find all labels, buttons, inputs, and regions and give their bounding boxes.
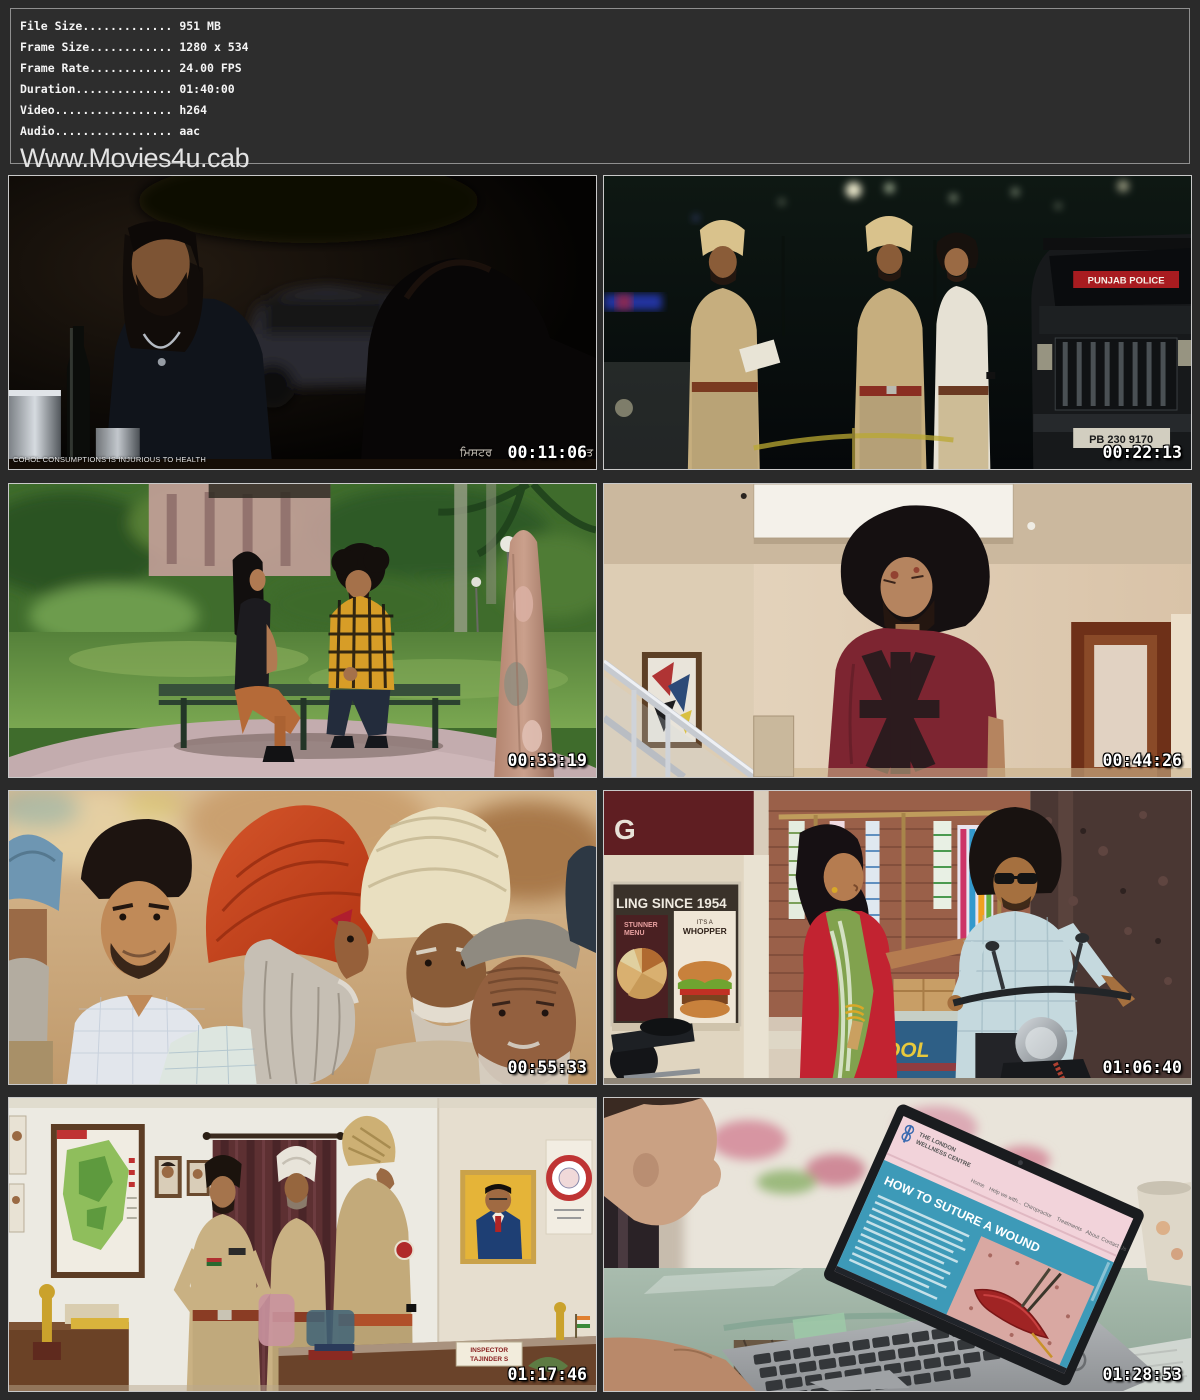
screenshot-1: COHOL CONSUMPTIONS IS INJURIOUS TO HEALT…	[8, 175, 597, 470]
gold-trophy	[42, 1298, 52, 1342]
svg-text:STUNNER: STUNNER	[624, 922, 658, 929]
man-on-bench	[326, 543, 394, 748]
dark-turban-edge	[565, 846, 596, 953]
police-banner-text: PUNJAB POLICE	[1088, 275, 1165, 286]
pink-chair	[259, 1294, 295, 1346]
video-codec-line: Video.................h264	[20, 100, 1189, 121]
ambedkar-portrait	[460, 1170, 536, 1264]
svg-text:MENU: MENU	[624, 930, 645, 937]
audio-codec-line: Audio.................aac	[20, 121, 1189, 142]
nameplate: INSPECTOR TAJINDER S	[456, 1342, 522, 1366]
sunglasses	[994, 873, 1014, 884]
frame-rate-line: Frame Rate............24.00 FPS	[20, 58, 1189, 79]
screenshot-4: 00:44:26	[603, 483, 1192, 778]
scene-crowd	[9, 791, 596, 1084]
scene-police-office: INSPECTOR TAJINDER S	[9, 1098, 596, 1391]
tshirt-graphic	[860, 650, 940, 774]
police-logo-poster	[546, 1140, 592, 1234]
health-warning-text: COHOL CONSUMPTIONS IS INJURIOUS TO HEALT…	[13, 455, 206, 464]
desk-machine	[306, 1310, 354, 1346]
wristwatch	[986, 372, 995, 379]
since-1954-sign: LING SINCE 1954	[616, 896, 727, 911]
file-info-panel: File Size.............951 MB Frame Size.…	[10, 8, 1190, 164]
wall-map	[51, 1124, 145, 1278]
timestamp: 01:28:53	[1103, 1365, 1182, 1384]
screenshot-sheet: File Size.............951 MB Frame Size.…	[0, 0, 1200, 1400]
timestamp: 00:44:26	[1103, 751, 1182, 770]
screenshot-2: PUNJAB POLICE PB 230 9170	[603, 175, 1192, 470]
earring	[832, 887, 838, 893]
frame-size-line: Frame Size............1280 x 534	[20, 37, 1189, 58]
wristwatch	[406, 1304, 416, 1312]
scene-park-bench	[9, 484, 596, 777]
hall-doorway	[754, 716, 794, 777]
timestamp: 01:06:40	[1103, 1058, 1182, 1077]
timestamp: 00:11:06	[508, 443, 587, 462]
scene-police-night: PUNJAB POLICE PB 230 9170	[604, 176, 1191, 469]
shop-letter: G	[614, 814, 636, 845]
scene-interior-man	[604, 484, 1191, 777]
timestamp: 00:22:13	[1103, 443, 1182, 462]
duration-line: Duration..............01:40:00	[20, 79, 1189, 100]
screenshot-3: 00:33:19	[8, 483, 597, 778]
screenshot-8: THE LONDON WELLNESS CENTRE Home Help we …	[603, 1097, 1192, 1392]
yellow-folder	[71, 1318, 129, 1329]
timestamp: 01:17:46	[508, 1365, 587, 1384]
scene-laptop: THE LONDON WELLNESS CENTRE Home Help we …	[604, 1098, 1191, 1391]
whopper-poster: IT'S A WHOPPER	[674, 911, 736, 1023]
scene-night-drinks	[9, 176, 596, 469]
screenshot-6: G LING SINCE 1954 STUNNER MENU IT'S A WH…	[603, 790, 1192, 1085]
scene-street-bike: G LING SINCE 1954 STUNNER MENU IT'S A WH…	[604, 791, 1191, 1084]
subtitle-fragment-left: ਮਿਸਟਰ	[460, 447, 492, 460]
screenshot-5: 00:55:33	[8, 790, 597, 1085]
stunner-menu-poster: STUNNER MENU	[616, 915, 668, 1021]
svg-text:INSPECTOR: INSPECTOR	[470, 1347, 508, 1354]
file-size-line: File Size.............951 MB	[20, 16, 1189, 37]
timestamp: 00:55:33	[508, 1058, 587, 1077]
police-suv: PUNJAB POLICE PB 230 9170	[1031, 234, 1191, 469]
pergola	[209, 484, 331, 498]
timestamp: 00:33:19	[508, 751, 587, 770]
site-watermark: Www.Movies4u.cab	[20, 143, 1189, 173]
svg-text:WHOPPER: WHOPPER	[683, 926, 727, 936]
sleeve-badge	[395, 1241, 413, 1259]
svg-text:TAJINDER S: TAJINDER S	[470, 1356, 509, 1363]
boots	[263, 746, 295, 762]
screenshot-7: INSPECTOR TAJINDER S 01:17:46	[8, 1097, 597, 1392]
